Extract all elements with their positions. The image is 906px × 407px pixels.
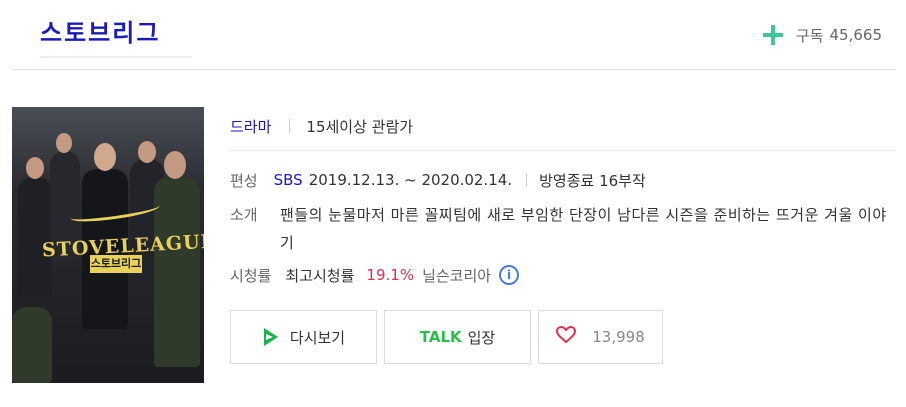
- poster-figure-head: [138, 141, 156, 163]
- ratings-value: 19.1%: [366, 266, 415, 284]
- talk-enter-button[interactable]: TALK 입장: [384, 310, 531, 364]
- poster-figure-head: [56, 133, 72, 153]
- program-title[interactable]: 스토브리그: [40, 15, 160, 51]
- subscribe-count: 45,665: [829, 26, 883, 44]
- synopsis-row: 소개 팬들의 눈물마저 마른 꼴찌팀에 새로 부임한 단장이 남다른 시즌을 준…: [230, 201, 896, 257]
- synopsis-text: 팬들의 눈물마저 마른 꼴찌팀에 새로 부임한 단장이 남다른 시즌을 준비하는…: [280, 206, 887, 252]
- schedule-label: 편성: [230, 171, 258, 190]
- ratings-row: 시청률 최고시청률 19.1% 닐슨코리아 i: [230, 262, 520, 288]
- like-button[interactable]: 13,998: [538, 310, 663, 364]
- divider: [526, 173, 528, 187]
- ratings-sublabel: 최고시청률: [285, 266, 355, 285]
- network-link[interactable]: SBS: [274, 171, 303, 189]
- talk-label: 입장: [467, 328, 496, 347]
- poster-figure: [12, 307, 52, 383]
- plus-icon: [762, 24, 784, 46]
- poster-logo-kr: 스토브리그: [90, 255, 142, 273]
- poster-figure-head: [94, 143, 116, 171]
- genre-link[interactable]: 드라마: [230, 116, 271, 137]
- section-divider: [230, 150, 896, 151]
- divider: [289, 119, 291, 133]
- age-rating: 15세이상 관람가: [306, 117, 414, 136]
- info-icon[interactable]: i: [499, 265, 520, 285]
- ratings-source: 닐슨코리아: [422, 266, 492, 285]
- subscribe-button[interactable]: 구독 45,665: [762, 22, 882, 48]
- replay-label: 다시보기: [289, 328, 346, 347]
- genre-row: 드라마 15세이상 관람가: [230, 113, 413, 139]
- like-count: 13,998: [592, 328, 645, 346]
- broadcast-dates: 2019.12.13. ~ 2020.02.14.: [308, 171, 513, 189]
- schedule-row: 편성 SBS 2019.12.13. ~ 2020.02.14. 방영종료 16…: [230, 168, 646, 192]
- poster-figure: [18, 177, 52, 297]
- replay-icon: [262, 327, 280, 347]
- replay-button[interactable]: 다시보기: [230, 310, 377, 364]
- talk-logo: TALK: [419, 328, 462, 346]
- program-header: 스토브리그 구독 45,665: [12, 0, 896, 70]
- poster-figure-head: [26, 157, 44, 179]
- poster-figure: [154, 177, 200, 367]
- subscribe-label: 구독: [795, 26, 824, 45]
- synopsis-label: 소개: [230, 206, 258, 224]
- broadcast-status: 방영종료 16부작: [539, 171, 646, 190]
- program-poster[interactable]: STOVELEAGUE 스토브리그: [12, 107, 204, 383]
- heart-icon: [556, 325, 577, 348]
- title-underline: [40, 56, 192, 58]
- ratings-label: 시청률: [230, 266, 272, 285]
- poster-figure-head: [164, 151, 186, 179]
